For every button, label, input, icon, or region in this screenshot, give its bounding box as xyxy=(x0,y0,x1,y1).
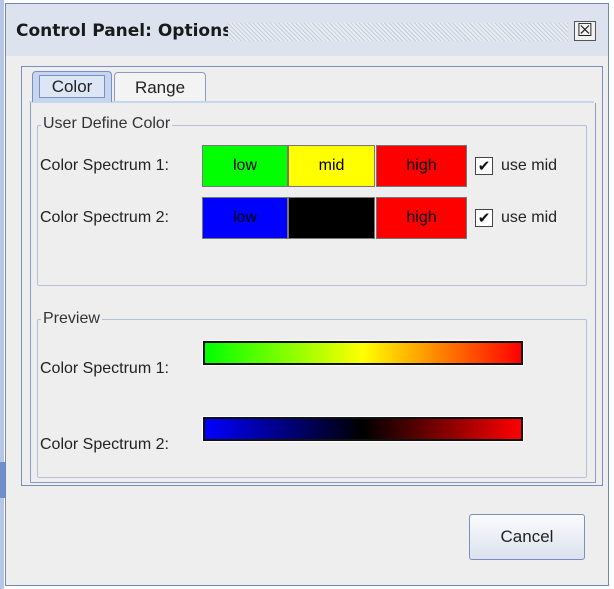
spectrum2-use-mid-checkbox[interactable]: ✔ xyxy=(475,209,493,227)
close-icon[interactable]: ☒ xyxy=(574,21,596,41)
tab-range[interactable]: Range xyxy=(114,72,206,103)
spectrum1-mid-swatch[interactable]: mid xyxy=(288,145,375,187)
spectrum2-use-mid-label[interactable]: use mid xyxy=(501,209,557,227)
spectrum2-label: Color Spectrum 2: xyxy=(40,209,169,226)
spectrum1-high-swatch[interactable]: high xyxy=(376,145,467,187)
spectrum1-low-swatch[interactable]: low xyxy=(202,145,288,187)
tab-color-label: Color xyxy=(39,75,105,98)
preview-spectrum2-label: Color Spectrum 2: xyxy=(40,436,169,453)
spectrum1-use-mid-checkbox[interactable]: ✔ xyxy=(475,157,493,175)
title-bar[interactable]: Control Panel: Options ☒ xyxy=(6,4,608,56)
tab-color[interactable]: Color xyxy=(32,71,112,102)
spectrum1-label: Color Spectrum 1: xyxy=(40,157,169,174)
preview-spectrum1-label: Color Spectrum 1: xyxy=(40,360,169,377)
background-edge xyxy=(0,0,4,589)
title-bar-drag-area[interactable] xyxy=(228,23,568,41)
spectrum2-low-swatch[interactable]: low xyxy=(202,197,288,239)
window-title: Control Panel: Options xyxy=(16,21,233,41)
cancel-button[interactable]: Cancel xyxy=(469,514,585,560)
spectrum2-high-swatch[interactable]: high xyxy=(376,197,467,239)
spectrum1-use-mid-label[interactable]: use mid xyxy=(501,157,557,175)
spectrum2-preview-gradient xyxy=(202,416,524,442)
preview-legend: Preview xyxy=(41,310,102,328)
spectrum1-preview-gradient xyxy=(202,340,524,366)
spectrum2-mid-swatch[interactable] xyxy=(288,197,375,239)
user-define-color-legend: User Define Color xyxy=(41,115,173,133)
